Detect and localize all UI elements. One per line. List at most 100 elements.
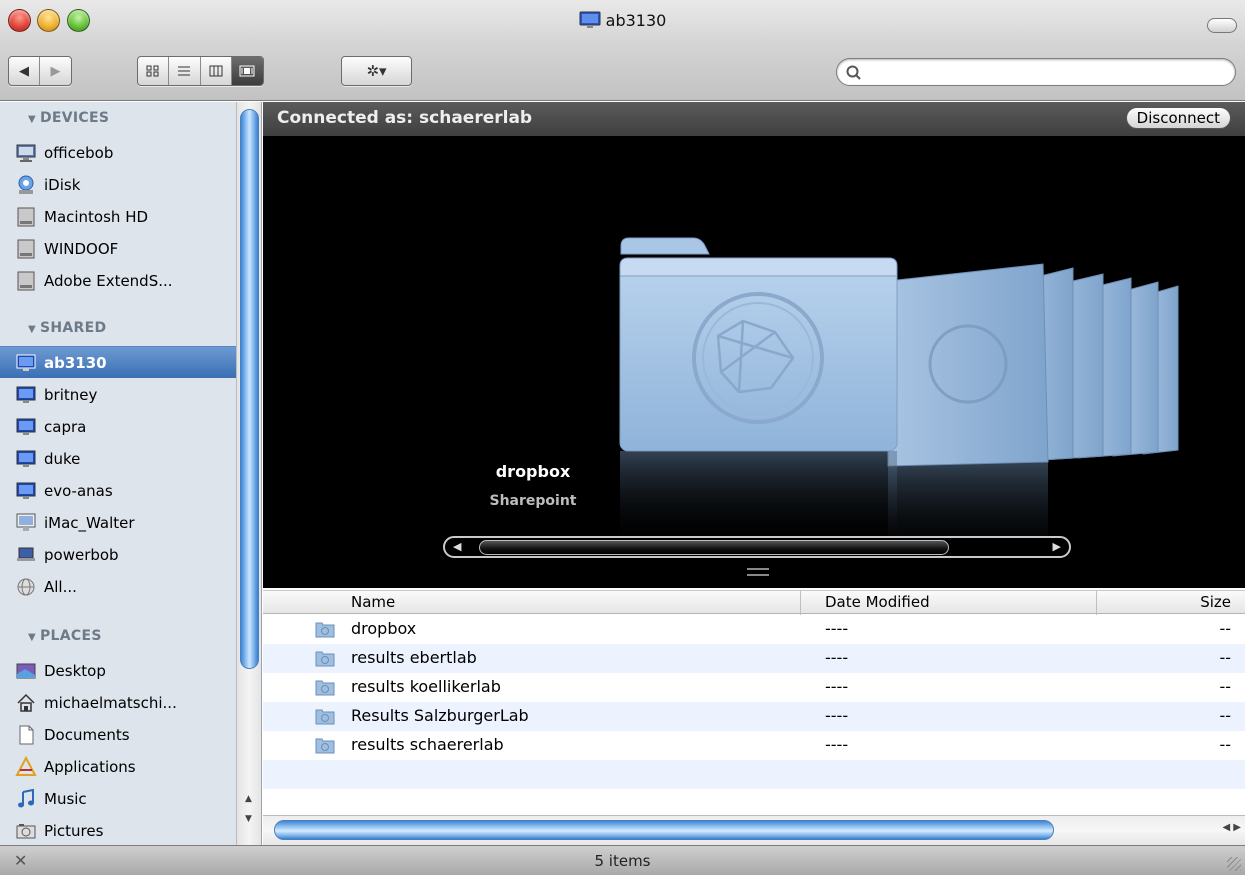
- window-toolbar: ab3130 ◀ ▶ ✲▾: [0, 0, 1245, 101]
- sidebar-item-music[interactable]: Music: [0, 783, 236, 815]
- coverflow-view[interactable]: dropbox Sharepoint ◀ ▶: [263, 136, 1245, 588]
- network-computer-icon: [16, 450, 36, 467]
- pictures-icon: [16, 824, 36, 839]
- network-computer-icon: [16, 482, 36, 499]
- desktop-icon: [16, 663, 36, 679]
- sidebar-item-home[interactable]: michaelmatschi...: [0, 687, 236, 719]
- back-forward-group: ◀ ▶: [8, 56, 72, 86]
- disconnect-button[interactable]: Disconnect: [1125, 107, 1231, 129]
- coverflow-resize-grip[interactable]: [747, 568, 769, 576]
- coverflow-scrollbar[interactable]: ◀ ▶: [443, 536, 1071, 558]
- back-button[interactable]: ◀: [9, 57, 41, 85]
- sidebar-item-windoof[interactable]: WINDOOF: [0, 233, 236, 265]
- list-row-empty: [263, 760, 1245, 789]
- music-icon: [18, 788, 34, 808]
- documents-icon: [19, 725, 34, 745]
- sidebar-item-adobe-extends[interactable]: Adobe ExtendS...: [0, 265, 236, 297]
- harddisk-icon: [17, 207, 35, 227]
- scroll-left-arrow-icon[interactable]: ◀: [453, 540, 461, 553]
- column-divider[interactable]: [800, 591, 801, 615]
- column-header-size[interactable]: Size: [1200, 593, 1231, 611]
- list-view-icon: [178, 66, 191, 76]
- action-menu-button[interactable]: ✲▾: [341, 56, 412, 86]
- network-globe-icon: [17, 578, 35, 596]
- coverflow-item-kind: Sharepoint: [489, 493, 577, 509]
- sidebar-item-desktop[interactable]: Desktop: [0, 655, 236, 687]
- sidebar-section-places[interactable]: ▼ PLACES: [28, 628, 102, 644]
- toolbar-toggle-button[interactable]: [1207, 18, 1237, 33]
- search-field[interactable]: [836, 58, 1236, 86]
- applications-icon: [15, 756, 37, 776]
- sidebar-item-idisk[interactable]: iDisk: [0, 169, 236, 201]
- shared-folder-icon: [315, 680, 335, 696]
- horizontal-scrollbar[interactable]: ◀ ▶: [263, 815, 1245, 845]
- file-name: dropbox: [351, 619, 417, 638]
- file-date: ----: [825, 677, 849, 696]
- disclosure-triangle-icon: ▼: [28, 114, 36, 125]
- file-size: --: [1219, 648, 1231, 667]
- disclosure-triangle-icon: ▼: [28, 632, 36, 643]
- horizontal-scroll-thumb[interactable]: [274, 820, 1054, 840]
- scroll-up-arrow-icon[interactable]: ▲: [236, 790, 261, 808]
- imac-icon: [16, 513, 36, 531]
- status-bar: ✕ 5 items: [0, 845, 1245, 875]
- column-divider[interactable]: [1096, 591, 1097, 615]
- list-row[interactable]: results koellikerlab ---- --: [263, 673, 1245, 702]
- sidebar-section-devices[interactable]: ▼ DEVICES: [28, 110, 109, 126]
- coverflow-view-icon: [239, 65, 255, 77]
- coverflow-scroll-thumb[interactable]: [479, 540, 949, 555]
- sidebar-item-macintosh-hd[interactable]: Macintosh HD: [0, 201, 236, 233]
- sidebar-item-officebob[interactable]: officebob: [0, 137, 236, 169]
- scroll-right-arrow-icon[interactable]: ▶: [1053, 540, 1061, 553]
- file-size: --: [1219, 619, 1231, 638]
- side-folder-covers: [887, 263, 1179, 564]
- view-mode-group: [137, 56, 264, 86]
- file-date: ----: [825, 735, 849, 754]
- file-date: ----: [825, 619, 849, 638]
- connection-bar: Connected as: schaererlab Disconnect: [263, 102, 1245, 136]
- list-view-button[interactable]: [169, 57, 201, 85]
- item-count: 5 items: [594, 852, 651, 870]
- shared-folder-icon: [315, 709, 335, 725]
- harddisk-icon: [17, 239, 35, 259]
- sidebar-scroll-thumb[interactable]: [240, 109, 259, 669]
- icon-view-icon: [146, 65, 159, 77]
- sidebar-section-shared[interactable]: ▼ SHARED: [28, 320, 106, 336]
- column-view-icon: [209, 65, 223, 77]
- sidebar-item-powerbob[interactable]: powerbob: [0, 539, 236, 571]
- sidebar-item-ab3130[interactable]: ab3130: [0, 346, 236, 378]
- window-resize-grip[interactable]: [1227, 857, 1241, 871]
- coverflow-view-button[interactable]: [231, 57, 263, 85]
- list-header: Name Date Modified Size: [263, 590, 1245, 615]
- sidebar-item-documents[interactable]: Documents: [0, 719, 236, 751]
- list-row[interactable]: results schaererlab ---- --: [263, 731, 1245, 760]
- scroll-left-right-arrows-icon[interactable]: ◀ ▶: [1222, 822, 1241, 833]
- sidebar-item-all[interactable]: All...: [0, 571, 236, 603]
- search-input[interactable]: [865, 63, 1225, 81]
- sidebar-item-capra[interactable]: capra: [0, 411, 236, 443]
- scroll-down-arrow-icon[interactable]: ▼: [236, 810, 261, 828]
- forward-arrow-icon: ▶: [50, 63, 61, 79]
- sidebar-item-evo-anas[interactable]: evo-anas: [0, 475, 236, 507]
- column-view-button[interactable]: [201, 57, 232, 85]
- list-row[interactable]: Results SalzburgerLab ---- --: [263, 702, 1245, 731]
- forward-button[interactable]: ▶: [40, 57, 71, 85]
- sidebar-item-applications[interactable]: Applications: [0, 751, 236, 783]
- sidebar-item-britney[interactable]: britney: [0, 379, 236, 411]
- sidebar-item-pictures[interactable]: Pictures: [0, 815, 236, 845]
- sidebar-item-imac-walter[interactable]: iMac_Walter: [0, 507, 236, 539]
- window-title-text: ab3130: [605, 11, 667, 30]
- idisk-icon: [18, 175, 34, 194]
- file-size: --: [1219, 677, 1231, 696]
- list-row[interactable]: dropbox ---- --: [263, 615, 1245, 644]
- network-computer-icon: [579, 11, 601, 28]
- network-computer-icon: [16, 354, 36, 371]
- column-header-date-modified[interactable]: Date Modified: [825, 593, 930, 611]
- column-header-name[interactable]: Name: [351, 593, 395, 611]
- action-gear-icon: ✲▾: [342, 57, 411, 85]
- sidebar-item-duke[interactable]: duke: [0, 443, 236, 475]
- sidebar: ▼ DEVICES officebob iDisk Macintosh HD WI…: [0, 102, 262, 845]
- window-title: ab3130: [0, 11, 1245, 30]
- list-row[interactable]: results ebertlab ---- --: [263, 644, 1245, 673]
- icon-view-button[interactable]: [138, 57, 170, 85]
